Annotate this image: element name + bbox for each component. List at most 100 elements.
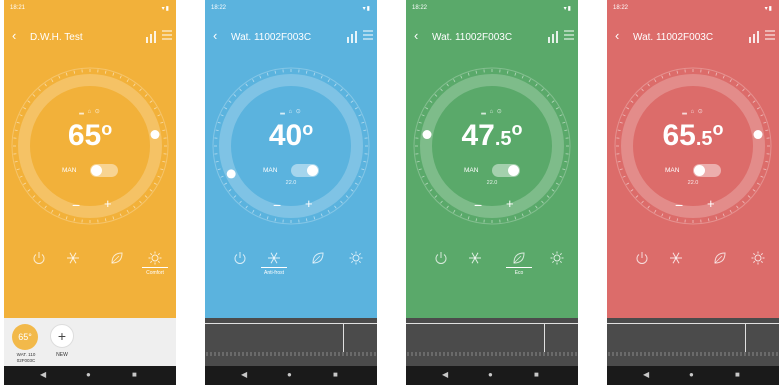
device-shortcut-label: WAT. 110 02F003C <box>16 352 36 363</box>
increase-button[interactable]: + <box>707 197 715 210</box>
mode-sun[interactable] <box>341 248 371 282</box>
mode-sun[interactable] <box>542 248 572 282</box>
back-arrow-icon[interactable]: ‹ <box>414 29 418 42</box>
statistics-icon[interactable] <box>345 30 359 44</box>
temperature-dial[interactable]: ▂ ⌂ ⊙ 65.5o MAN 22.0 − + <box>607 58 779 243</box>
nav-home-icon[interactable]: ● <box>689 370 694 380</box>
temperature-dial[interactable]: ▂ ⌂ ⊙ 65o MAN − + <box>4 58 176 243</box>
decrease-button[interactable]: − <box>72 198 80 212</box>
dial-status-icons: ▂ ⌂ ⊙ <box>280 109 302 115</box>
room-temperature: 22.0 <box>285 180 297 186</box>
settings-lines-icon[interactable] <box>361 28 375 44</box>
dial-status-icons: ▂ ⌂ ⊙ <box>79 109 101 115</box>
timeline-cursor <box>343 324 344 352</box>
timeline-chart[interactable] <box>406 318 578 366</box>
sun-icon <box>349 251 363 265</box>
device-title: Wat. 11002F003C <box>633 32 714 43</box>
manual-toggle[interactable] <box>492 164 520 177</box>
manual-toggle[interactable] <box>291 164 319 177</box>
add-device-button[interactable]: + <box>50 324 74 348</box>
timeline-top-line <box>205 323 377 324</box>
back-arrow-icon[interactable]: ‹ <box>213 29 217 42</box>
degree-symbol: o <box>712 119 724 139</box>
temperature-value: 40 <box>268 119 303 152</box>
temperature-value: 47 <box>461 119 495 152</box>
device-list-panel: 65° WAT. 110 02F003C + NEW <box>4 318 176 366</box>
app-bar: ‹ D.W.H. Test <box>4 18 176 58</box>
temperature-decimal: .5 <box>695 128 713 150</box>
settings-lines-icon[interactable] <box>763 28 777 44</box>
decrease-button[interactable]: − <box>675 198 683 212</box>
app-bar: ‹ Wat. 11002F003C <box>205 18 377 58</box>
mode-leaf[interactable] <box>303 248 333 282</box>
nav-recents-icon[interactable]: ■ <box>132 370 137 380</box>
mode-power[interactable] <box>426 248 456 282</box>
nav-recents-icon[interactable]: ■ <box>735 370 740 380</box>
add-device-label: NEW <box>56 352 68 358</box>
timeline-cursor <box>745 324 746 352</box>
nav-recents-icon[interactable]: ■ <box>534 370 539 380</box>
temperature-readout: 65.5o <box>607 120 779 155</box>
nav-back-icon[interactable]: ◀ <box>40 370 46 380</box>
mode-snowflake[interactable] <box>661 248 691 282</box>
manual-toggle[interactable] <box>90 164 118 177</box>
increase-button[interactable]: + <box>506 197 514 210</box>
back-arrow-icon[interactable]: ‹ <box>615 29 619 42</box>
nav-home-icon[interactable]: ● <box>86 370 91 380</box>
status-bar: 18:22 ▾▮ <box>607 0 779 18</box>
mode-snowflake[interactable]: Anti-frost <box>259 248 289 282</box>
timeline-top-line <box>607 323 779 324</box>
manual-toggle[interactable] <box>693 164 721 177</box>
decrease-button[interactable]: − <box>273 198 281 212</box>
dial-status-icons: ▂ ⌂ ⊙ <box>682 109 704 115</box>
temperature-dial[interactable]: ▂ ⌂ ⊙ 47.5o MAN 22.0 − + <box>406 58 578 243</box>
leaf-icon <box>111 252 123 264</box>
power-icon <box>636 252 648 264</box>
status-time: 18:22 <box>211 5 227 11</box>
mode-power[interactable] <box>24 248 54 282</box>
device-shortcut[interactable]: 65° <box>12 324 38 350</box>
nav-recents-icon[interactable]: ■ <box>333 370 338 380</box>
nav-home-icon[interactable]: ● <box>287 370 292 380</box>
timeline-chart[interactable] <box>205 318 377 366</box>
timeline-chart[interactable] <box>607 318 779 366</box>
settings-lines-icon[interactable] <box>160 28 174 44</box>
dial-status-icons: ▂ ⌂ ⊙ <box>481 109 503 115</box>
status-time: 18:21 <box>10 5 26 11</box>
mode-power[interactable] <box>225 248 255 282</box>
sun-icon <box>148 251 162 265</box>
manual-mode-row: MAN <box>205 164 377 178</box>
increase-button[interactable]: + <box>104 197 112 210</box>
phone-screen-dwh-test: 18:21 ▾▮ ‹ D.W.H. Test ▂ ⌂ ⊙ 65o MAN − +… <box>4 0 176 385</box>
mode-snowflake[interactable] <box>460 248 490 282</box>
statistics-icon[interactable] <box>546 30 560 44</box>
nav-back-icon[interactable]: ◀ <box>643 370 649 380</box>
wifi-battery-icon: ▾▮ <box>764 6 773 12</box>
statistics-icon[interactable] <box>144 30 158 44</box>
screenshots-strip: 18:21 ▾▮ ‹ D.W.H. Test ▂ ⌂ ⊙ 65o MAN − +… <box>0 0 780 385</box>
statistics-icon[interactable] <box>747 30 761 44</box>
nav-back-icon[interactable]: ◀ <box>241 370 247 380</box>
increase-button[interactable]: + <box>305 197 313 210</box>
nav-home-icon[interactable]: ● <box>488 370 493 380</box>
timeline-ticks <box>206 352 376 356</box>
manual-label: MAN <box>665 167 680 174</box>
manual-mode-row: MAN <box>4 164 176 178</box>
mode-leaf[interactable]: Eco <box>504 248 534 282</box>
app-bar: ‹ Wat. 11002F003C <box>406 18 578 58</box>
decrease-button[interactable]: − <box>474 198 482 212</box>
back-arrow-icon[interactable]: ‹ <box>12 29 16 42</box>
mode-snowflake[interactable] <box>58 248 88 282</box>
mode-power[interactable] <box>627 248 657 282</box>
temperature-readout: 40o <box>205 120 377 155</box>
nav-back-icon[interactable]: ◀ <box>442 370 448 380</box>
app-bar: ‹ Wat. 11002F003C <box>607 18 779 58</box>
mode-leaf[interactable] <box>102 248 132 282</box>
mode-sun[interactable] <box>743 248 773 282</box>
settings-lines-icon[interactable] <box>562 28 576 44</box>
mode-sun[interactable]: Comfort <box>140 248 170 282</box>
mode-leaf[interactable] <box>705 248 735 282</box>
power-icon <box>33 252 45 264</box>
snowflake-icon <box>67 252 79 264</box>
temperature-dial[interactable]: ▂ ⌂ ⊙ 40o MAN 22.0 − + <box>205 58 377 243</box>
